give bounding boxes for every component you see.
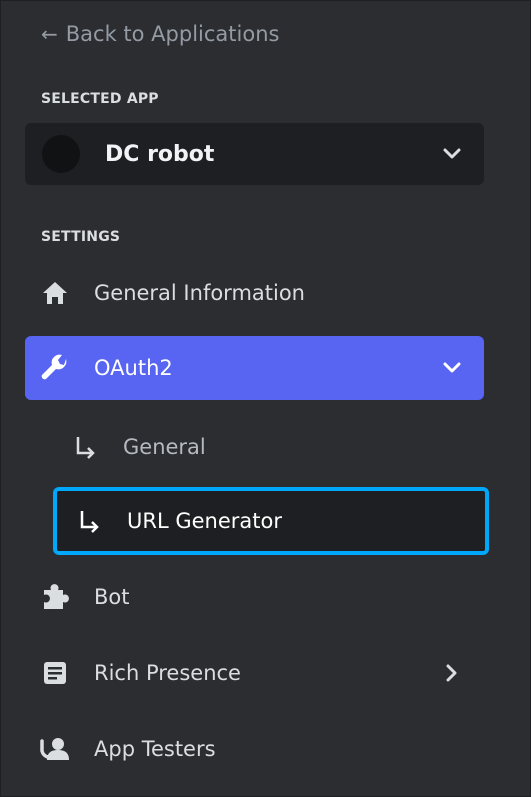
nav-item-label: App Testers bbox=[94, 737, 216, 761]
sub-arrow-icon bbox=[75, 506, 105, 536]
nav-item-label: OAuth2 bbox=[94, 356, 173, 380]
home-icon bbox=[38, 276, 72, 310]
chevron-right-icon bbox=[432, 653, 472, 693]
selected-app-heading: SELECTED APP bbox=[41, 91, 159, 107]
app-selector-dropdown[interactable]: DC robot bbox=[25, 123, 484, 185]
back-to-applications-link[interactable]: ← Back to Applications bbox=[41, 19, 279, 49]
settings-heading: SETTINGS bbox=[41, 229, 121, 245]
sub-item-url-generator[interactable]: URL Generator bbox=[53, 487, 489, 555]
nav-item-label: Bot bbox=[94, 585, 130, 609]
app-name: DC robot bbox=[105, 141, 215, 167]
sub-item-label: URL Generator bbox=[127, 509, 282, 533]
back-link-label: Back to Applications bbox=[65, 22, 280, 46]
sub-item-general[interactable]: General bbox=[53, 413, 489, 481]
sub-item-label: General bbox=[123, 435, 206, 459]
wrench-icon bbox=[38, 351, 72, 385]
nav-item-bot[interactable]: Bot bbox=[25, 565, 484, 629]
person-icon bbox=[38, 732, 72, 766]
nav-item-rich-presence[interactable]: Rich Presence bbox=[25, 641, 484, 705]
app-avatar bbox=[42, 135, 80, 173]
sub-arrow-icon bbox=[71, 432, 101, 462]
puzzle-icon bbox=[38, 580, 72, 614]
chevron-down-icon bbox=[432, 348, 472, 388]
back-arrow-icon: ← bbox=[41, 22, 58, 46]
document-icon bbox=[38, 656, 72, 690]
nav-item-oauth2[interactable]: OAuth2 bbox=[25, 336, 484, 400]
nav-item-general-information[interactable]: General Information bbox=[25, 261, 484, 325]
nav-item-app-testers[interactable]: App Testers bbox=[25, 717, 484, 781]
nav-item-label: Rich Presence bbox=[94, 661, 241, 685]
nav-item-label: General Information bbox=[94, 281, 305, 305]
settings-sidebar: ← Back to Applications SELECTED APP DC r… bbox=[0, 0, 531, 797]
chevron-down-icon bbox=[432, 134, 472, 174]
